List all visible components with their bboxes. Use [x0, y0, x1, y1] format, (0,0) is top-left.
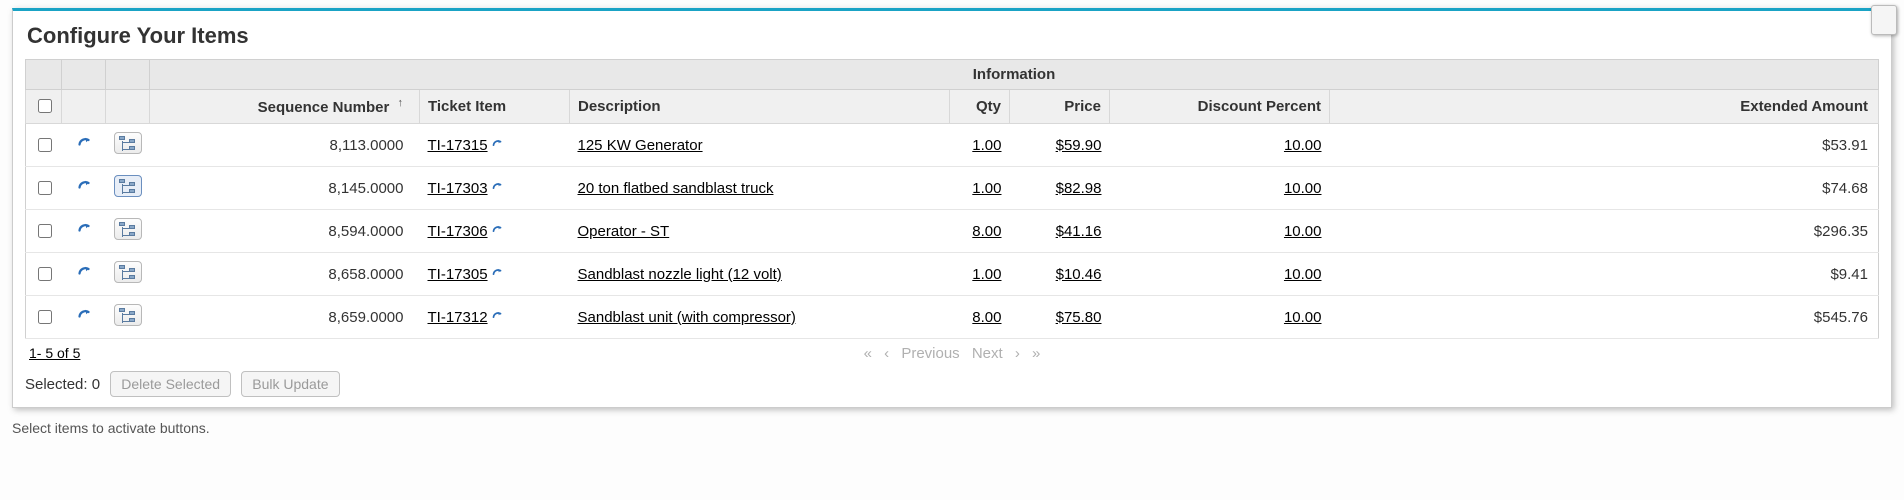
cell-description[interactable]: Sandblast nozzle light (12 volt) — [578, 266, 782, 283]
ticket-goto-icon[interactable] — [490, 137, 504, 151]
table-row: 8,113.0000 TI-17315 125 KW Generator 1.00 $5… — [26, 124, 1879, 167]
cell-sequence: 8,658.0000 — [150, 253, 420, 296]
cell-extended: $9.41 — [1330, 253, 1879, 296]
cell-discount[interactable]: 10.00 — [1284, 266, 1322, 283]
cell-price[interactable]: $59.90 — [1056, 137, 1102, 154]
cell-description[interactable]: Operator - ST — [578, 223, 670, 240]
row-checkbox[interactable] — [38, 267, 52, 281]
header-sequence-label: Sequence Number — [258, 99, 390, 116]
cell-sequence: 8,659.0000 — [150, 296, 420, 339]
cell-qty[interactable]: 1.00 — [972, 266, 1001, 283]
header-discount[interactable]: Discount Percent — [1110, 90, 1330, 124]
header-sequence[interactable]: Sequence Number ↑ — [150, 90, 420, 124]
ticket-link[interactable]: TI-17315 — [428, 137, 488, 154]
header-blank-expand2 — [106, 90, 150, 124]
cell-description[interactable]: 125 KW Generator — [578, 137, 703, 154]
header-price[interactable]: Price — [1010, 90, 1110, 124]
row-expand-icon[interactable] — [114, 175, 142, 197]
cell-price[interactable]: $82.98 — [1056, 180, 1102, 197]
cell-discount[interactable]: 10.00 — [1284, 309, 1322, 326]
ticket-link[interactable]: TI-17306 — [428, 223, 488, 240]
cell-price[interactable]: $75.80 — [1056, 309, 1102, 326]
ticket-link[interactable]: TI-17303 — [428, 180, 488, 197]
cell-qty[interactable]: 1.00 — [972, 180, 1001, 197]
page-title: Configure Your Items — [27, 23, 1879, 49]
configure-items-panel: Configure Your Items Information Seque — [12, 8, 1892, 408]
cell-extended: $296.35 — [1330, 210, 1879, 253]
pager-next[interactable]: Next — [972, 345, 1003, 362]
cell-description[interactable]: 20 ton flatbed sandblast truck — [578, 180, 774, 197]
header-qty[interactable]: Qty — [950, 90, 1010, 124]
row-expand-icon[interactable] — [114, 304, 142, 326]
header-ticket[interactable]: Ticket Item — [420, 90, 570, 124]
row-action-icon[interactable] — [75, 177, 93, 195]
cell-description[interactable]: Sandblast unit (with compressor) — [578, 309, 796, 326]
sort-asc-icon: ↑ — [398, 97, 404, 109]
cell-sequence: 8,594.0000 — [150, 210, 420, 253]
header-extended[interactable]: Extended Amount — [1330, 90, 1879, 124]
pager-next-icon[interactable]: › — [1015, 345, 1020, 362]
row-checkbox[interactable] — [38, 138, 52, 152]
row-action-icon[interactable] — [75, 220, 93, 238]
pager-row: 1- 5 of 5 « ‹ Previous Next › » — [25, 339, 1879, 363]
hint-text: Select items to activate buttons. — [12, 420, 1892, 436]
header-description[interactable]: Description — [570, 90, 950, 124]
cell-extended: $53.91 — [1330, 124, 1879, 167]
cell-qty[interactable]: 8.00 — [972, 223, 1001, 240]
corner-tab[interactable] — [1871, 5, 1897, 35]
header-blank-action2 — [62, 90, 106, 124]
cell-extended: $74.68 — [1330, 167, 1879, 210]
row-expand-icon[interactable] — [114, 261, 142, 283]
row-expand-icon[interactable] — [114, 132, 142, 154]
selection-toolbar: Selected: 0 Delete Selected Bulk Update — [25, 363, 1879, 397]
table-row: 8,658.0000 TI-17305 Sandblast nozzle light… — [26, 253, 1879, 296]
cell-sequence: 8,145.0000 — [150, 167, 420, 210]
ticket-goto-icon[interactable] — [490, 180, 504, 194]
row-checkbox[interactable] — [38, 224, 52, 238]
table-row: 8,594.0000 TI-17306 Operator - ST 8.00 $41.1… — [26, 210, 1879, 253]
cell-discount[interactable]: 10.00 — [1284, 223, 1322, 240]
cell-discount[interactable]: 10.00 — [1284, 180, 1322, 197]
cell-qty[interactable]: 1.00 — [972, 137, 1001, 154]
pager-range: 1- 5 of 5 — [29, 345, 80, 361]
selected-label: Selected: — [25, 376, 88, 393]
header-blank-action — [62, 60, 106, 90]
selected-count: 0 — [92, 376, 100, 393]
group-header-information: Information — [150, 60, 1879, 90]
header-blank-check — [26, 60, 62, 90]
cell-price[interactable]: $41.16 — [1056, 223, 1102, 240]
cell-discount[interactable]: 10.00 — [1284, 137, 1322, 154]
ticket-goto-icon[interactable] — [490, 266, 504, 280]
items-table: Information Sequence Number ↑ Ticket Ite… — [25, 59, 1879, 339]
ticket-link[interactable]: TI-17312 — [428, 309, 488, 326]
select-all-checkbox[interactable] — [38, 99, 52, 113]
pager-prev-icon[interactable]: ‹ — [884, 345, 889, 362]
cell-price[interactable]: $10.46 — [1056, 266, 1102, 283]
bulk-update-button[interactable]: Bulk Update — [241, 371, 339, 397]
ticket-goto-icon[interactable] — [490, 309, 504, 323]
cell-sequence: 8,113.0000 — [150, 124, 420, 167]
header-select-all[interactable] — [26, 90, 62, 124]
ticket-goto-icon[interactable] — [490, 223, 504, 237]
cell-qty[interactable]: 8.00 — [972, 309, 1001, 326]
pager-controls: « ‹ Previous Next › » — [860, 345, 1045, 362]
table-row: 8,659.0000 TI-17312 Sandblast unit (with c… — [26, 296, 1879, 339]
pager-last-icon[interactable]: » — [1032, 345, 1040, 362]
row-action-icon[interactable] — [75, 263, 93, 281]
delete-selected-button[interactable]: Delete Selected — [110, 371, 231, 397]
table-row: 8,145.0000 TI-17303 20 ton flatbed sandbla… — [26, 167, 1879, 210]
header-blank-expand — [106, 60, 150, 90]
row-action-icon[interactable] — [75, 306, 93, 324]
row-checkbox[interactable] — [38, 181, 52, 195]
row-expand-icon[interactable] — [114, 218, 142, 240]
cell-extended: $545.76 — [1330, 296, 1879, 339]
pager-previous[interactable]: Previous — [901, 345, 959, 362]
row-checkbox[interactable] — [38, 310, 52, 324]
ticket-link[interactable]: TI-17305 — [428, 266, 488, 283]
pager-first-icon[interactable]: « — [864, 345, 872, 362]
row-action-icon[interactable] — [75, 134, 93, 152]
